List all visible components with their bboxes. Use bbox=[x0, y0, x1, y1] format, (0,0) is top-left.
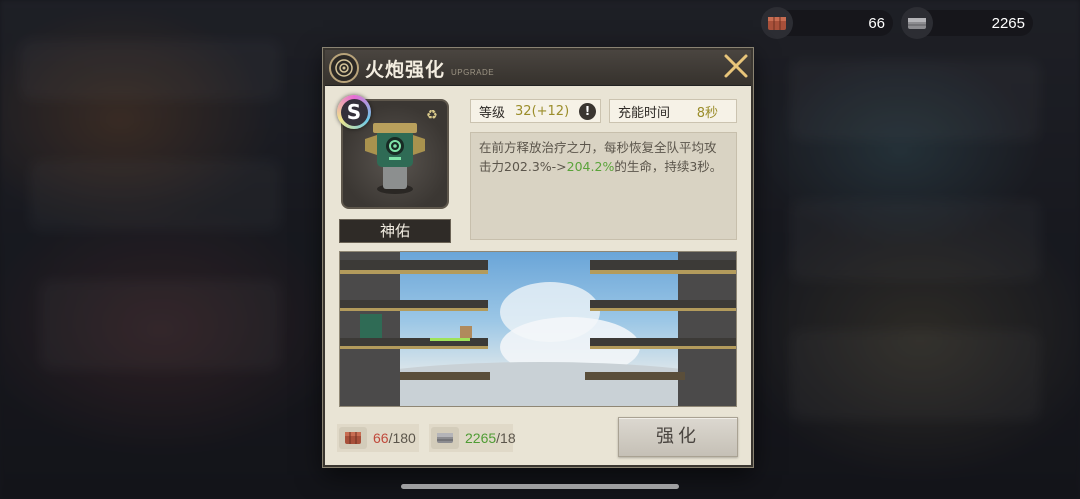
wood-owned: 66 bbox=[373, 430, 389, 446]
rank-badge: S bbox=[337, 95, 371, 129]
wood-cost: 66/180 bbox=[339, 427, 416, 449]
recycle-icon[interactable]: ♻ bbox=[423, 107, 441, 125]
info-icon[interactable]: ! bbox=[579, 103, 596, 120]
home-indicator[interactable] bbox=[401, 484, 679, 489]
iron-currency: 2265 bbox=[901, 7, 1033, 39]
iron-cost: 2265/18 bbox=[431, 427, 516, 449]
iron-required: /18 bbox=[496, 430, 516, 446]
close-icon bbox=[724, 54, 748, 78]
wood-amount: 66 bbox=[868, 14, 885, 32]
description-text-2: 的生命，持续3秒。 bbox=[614, 159, 723, 174]
cannon-portrait[interactable]: S ♻ bbox=[337, 95, 449, 209]
close-button[interactable] bbox=[719, 49, 753, 83]
iron-ingot-icon bbox=[431, 427, 459, 449]
charge-time-box: 充能时间 8秒 bbox=[609, 99, 737, 123]
iron-amount: 2265 bbox=[991, 14, 1025, 32]
upgrade-button[interactable]: 强化 bbox=[618, 417, 738, 457]
description-highlight: 204.2% bbox=[566, 159, 615, 174]
level-label: 等级 bbox=[479, 105, 506, 121]
iron-ingot-icon bbox=[901, 7, 933, 39]
cannon-name: 神佑 bbox=[339, 219, 451, 243]
wood-crate-icon bbox=[761, 7, 793, 39]
wood-currency: 66 bbox=[761, 7, 893, 39]
charge-time-value: 8秒 bbox=[696, 105, 718, 121]
dialog-subtitle: UPGRADE bbox=[451, 68, 495, 77]
level-box: 等级 32 (+12) ! bbox=[470, 99, 601, 123]
gear-emblem-icon bbox=[329, 53, 359, 83]
wood-crate-icon bbox=[339, 427, 367, 449]
level-bonus: (+12) bbox=[531, 103, 570, 119]
cannon-upgrade-dialog: 火炮强化 UPGRADE S ♻ 神佑 等级 32 (+12) ! 充能时间 8… bbox=[323, 48, 753, 467]
charge-time-label: 充能时间 bbox=[618, 105, 671, 121]
skill-description: 在前方释放治疗之力，每秒恢复全队平均攻击力202.3%->204.2%的生命，持… bbox=[470, 132, 737, 240]
preview-scene-art bbox=[340, 252, 736, 406]
wood-required: /180 bbox=[388, 430, 416, 446]
iron-owned: 2265 bbox=[465, 430, 497, 446]
skill-preview-scene bbox=[339, 251, 737, 407]
rank-letter: S bbox=[340, 98, 368, 126]
level-value: 32 bbox=[515, 103, 532, 119]
dialog-title: 火炮强化 bbox=[365, 59, 446, 81]
dialog-header: 火炮强化 UPGRADE bbox=[325, 50, 751, 86]
